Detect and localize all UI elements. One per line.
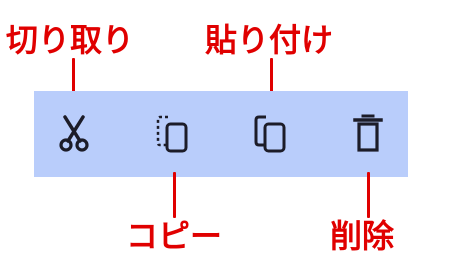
copy-icon [156, 115, 188, 153]
cut-button[interactable] [34, 91, 114, 177]
paste-button[interactable] [230, 91, 310, 177]
copy-callout-line [173, 172, 176, 218]
copy-callout-label: コピー [126, 217, 223, 255]
paste-icon [254, 115, 286, 153]
copy-button[interactable] [132, 91, 212, 177]
delete-callout-label: 削除 [330, 217, 395, 255]
scissors-icon [59, 115, 89, 152]
cut-callout-label: 切り取り [6, 21, 135, 59]
paste-callout-label: 貼り付け [205, 21, 334, 59]
trash-icon [353, 114, 383, 152]
edit-toolbar [34, 91, 408, 177]
delete-button[interactable] [328, 91, 408, 177]
annotated-toolbar-figure: 切り取り 貼り付け コピー 削除 [0, 0, 449, 270]
delete-callout-line [367, 172, 370, 218]
